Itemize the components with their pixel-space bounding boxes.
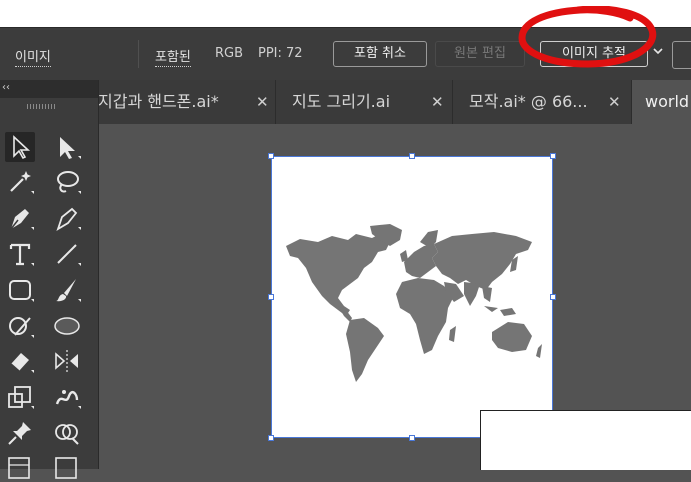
close-icon[interactable]: ✕ bbox=[256, 80, 269, 124]
control-bar: 이미지 포함된 RGB PPI: 72 포함 취소 원본 편집 이미지 추적 bbox=[0, 27, 691, 80]
direct-selection-tool-icon[interactable] bbox=[52, 132, 82, 162]
selection-bounding-box[interactable] bbox=[271, 156, 553, 438]
magic-wand-tool-icon[interactable] bbox=[5, 167, 35, 197]
window-top-strip bbox=[0, 0, 691, 27]
trace-panel-button[interactable] bbox=[672, 41, 691, 69]
unembed-button[interactable]: 포함 취소 bbox=[333, 41, 427, 67]
tab-copy-work[interactable]: 모작.ai* @ 66... ✕ bbox=[453, 80, 632, 124]
tab-label: 지도 그리기.ai bbox=[292, 92, 391, 111]
eraser-tool-icon[interactable] bbox=[5, 346, 35, 376]
tab-world[interactable]: world bbox=[632, 80, 691, 124]
resize-handle[interactable] bbox=[409, 153, 415, 159]
paintbrush-tool-icon[interactable] bbox=[52, 275, 82, 305]
resize-handle[interactable] bbox=[550, 294, 556, 300]
collapse-icon[interactable]: ‹‹ bbox=[2, 82, 10, 93]
edit-original-button[interactable]: 원본 편집 bbox=[435, 41, 525, 67]
document-tab-bar: 지갑과 핸드폰.ai* ✕ 지도 그리기.ai ✕ 모작.ai* @ 66...… bbox=[98, 80, 691, 124]
image-trace-button[interactable]: 이미지 추적 bbox=[540, 41, 648, 67]
tools-panel: ‹‹ bbox=[0, 80, 99, 479]
separator bbox=[138, 40, 139, 68]
panel-grip-icon[interactable] bbox=[27, 104, 55, 109]
tab-label: 모작.ai* @ 66... bbox=[469, 92, 588, 111]
pen-tool-icon[interactable] bbox=[5, 203, 35, 233]
close-icon[interactable]: ✕ bbox=[608, 80, 621, 124]
tab-label: world bbox=[645, 92, 690, 111]
resize-handle[interactable] bbox=[409, 435, 415, 441]
color-mode-label: RGB bbox=[215, 46, 244, 61]
grid-tool-icon[interactable] bbox=[5, 452, 35, 482]
blob-brush-tool-icon[interactable] bbox=[52, 311, 82, 341]
shape-builder-tool-icon[interactable] bbox=[52, 418, 82, 448]
curvature-tool-icon[interactable] bbox=[52, 203, 82, 233]
trace-options-chevron-icon[interactable] bbox=[653, 45, 663, 59]
reflect-tool-icon[interactable] bbox=[52, 346, 82, 376]
line-tool-icon[interactable] bbox=[52, 239, 82, 269]
puppet-warp-tool-icon[interactable] bbox=[52, 382, 82, 412]
tab-map-drawing[interactable]: 지도 그리기.ai ✕ bbox=[276, 80, 453, 124]
close-icon[interactable]: ✕ bbox=[431, 80, 444, 124]
resize-handle[interactable] bbox=[550, 153, 556, 159]
resize-handle[interactable] bbox=[268, 153, 274, 159]
selection-tool-icon[interactable] bbox=[5, 132, 35, 162]
shaper-tool-icon[interactable] bbox=[5, 311, 35, 341]
tools-panel-header[interactable]: ‹‹ bbox=[0, 80, 98, 98]
ppi-label: PPI: 72 bbox=[258, 46, 303, 61]
gradient-tool-icon[interactable] bbox=[52, 452, 82, 482]
scale-tool-icon[interactable] bbox=[5, 382, 35, 412]
embedded-link[interactable]: 포함된 bbox=[155, 46, 191, 67]
resize-handle[interactable] bbox=[268, 294, 274, 300]
pin-tool-icon[interactable] bbox=[5, 418, 35, 448]
tab-label: 지갑과 핸드폰.ai* bbox=[98, 92, 219, 111]
lasso-tool-icon[interactable] bbox=[52, 167, 82, 197]
resize-handle[interactable] bbox=[268, 435, 274, 441]
rectangle-tool-icon[interactable] bbox=[5, 275, 35, 305]
type-tool-icon[interactable] bbox=[5, 239, 35, 269]
image-label[interactable]: 이미지 bbox=[15, 46, 51, 67]
overlapping-window-corner bbox=[480, 410, 691, 470]
tab-wallet-phone[interactable]: 지갑과 핸드폰.ai* ✕ bbox=[98, 80, 276, 124]
